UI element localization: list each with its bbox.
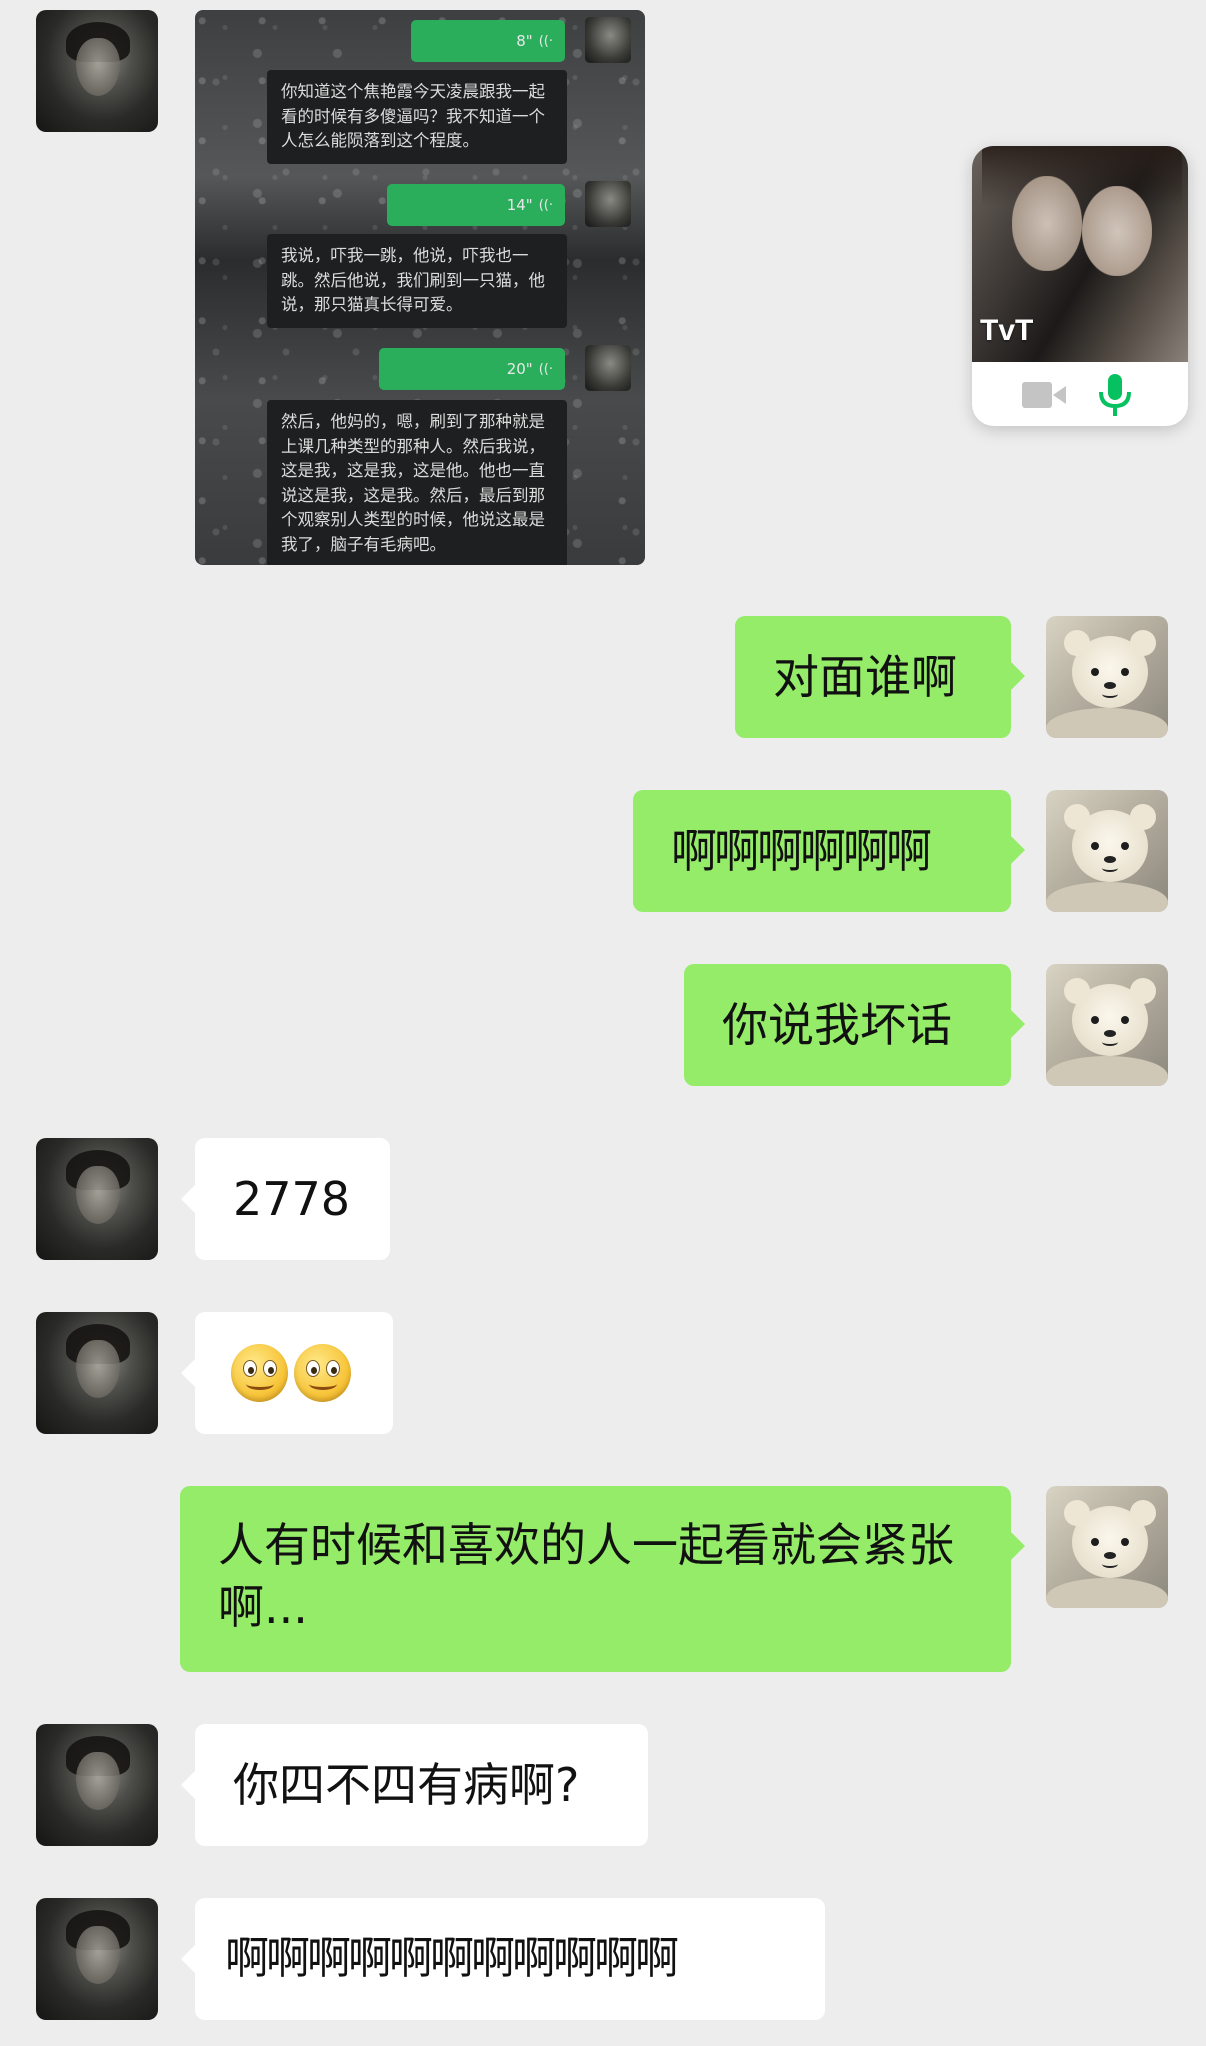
message-bubble-self[interactable]: 人有时候和喜欢的人一起看就会紧张啊... xyxy=(180,1486,1025,1672)
self-avatar[interactable] xyxy=(1046,790,1168,912)
voice-transcript-2: 我说，吓我一跳，他说，吓我也一跳。然后他说，我们刷到一只猫，他说，那只猫真长得可… xyxy=(267,234,567,328)
call-caption: TvT xyxy=(980,314,1034,347)
floating-call-window[interactable]: TvT xyxy=(972,146,1188,426)
microphone-icon[interactable] xyxy=(1098,374,1132,416)
mini-avatar xyxy=(585,345,631,391)
chat-screen: 8" ((· 你知道这个焦艳霞今天凌晨跟我一起看的时候有多傻逼吗？我不知道一个人… xyxy=(0,0,1206,2046)
contact-avatar[interactable] xyxy=(36,10,158,132)
voice-duration: 20" xyxy=(506,360,533,378)
voice-wave-icon: ((· xyxy=(538,197,553,213)
voice-wave-icon: ((· xyxy=(538,361,553,377)
smiley-emoji xyxy=(294,1344,351,1402)
message-text: 啊啊啊啊啊啊啊啊啊啊啊 xyxy=(225,1933,679,1984)
voice-duration: 14" xyxy=(506,196,533,214)
screenshot-image-message[interactable]: 8" ((· 你知道这个焦艳霞今天凌晨跟我一起看的时候有多傻逼吗？我不知道一个人… xyxy=(195,10,645,565)
voice-message-2: 14" ((· xyxy=(387,184,565,226)
message-text: 2778 xyxy=(233,1172,351,1226)
voice-message-1: 8" ((· xyxy=(411,20,565,62)
message-text: 对面谁啊 xyxy=(773,650,957,704)
smiley-emoji xyxy=(231,1344,288,1402)
message-bubble-other[interactable]: 你四不四有病啊? xyxy=(181,1724,648,1846)
voice-message-3: 20" ((· xyxy=(379,348,565,390)
self-avatar[interactable] xyxy=(1046,1486,1168,1608)
voice-duration: 8" xyxy=(516,32,533,50)
mini-avatar xyxy=(585,181,631,227)
message-bubble-other[interactable]: 2778 xyxy=(181,1138,390,1260)
message-bubble-self[interactable]: 你说我坏话 xyxy=(684,964,1025,1086)
mini-avatar xyxy=(585,17,631,63)
contact-avatar[interactable] xyxy=(36,1312,158,1434)
message-bubble-other[interactable] xyxy=(181,1312,393,1434)
message-text: 你四不四有病啊? xyxy=(233,1758,580,1812)
message-bubble-other[interactable]: 啊啊啊啊啊啊啊啊啊啊啊 xyxy=(181,1898,825,2020)
video-camera-icon[interactable] xyxy=(1022,382,1066,408)
contact-avatar[interactable] xyxy=(36,1898,158,2020)
voice-transcript-3: 然后，他妈的，嗯，刷到了那种就是上课几种类型的那种人。然后我说，这是我，这是我，… xyxy=(267,400,567,565)
message-text: 你说我坏话 xyxy=(722,998,952,1052)
self-avatar[interactable] xyxy=(1046,964,1168,1086)
contact-avatar[interactable] xyxy=(36,1724,158,1846)
self-avatar[interactable] xyxy=(1046,616,1168,738)
voice-transcript-1: 你知道这个焦艳霞今天凌晨跟我一起看的时候有多傻逼吗？我不知道一个人怎么能陨落到这… xyxy=(267,70,567,164)
call-controls xyxy=(972,362,1188,426)
message-text: 啊啊啊啊啊啊 xyxy=(671,824,932,878)
message-bubble-self[interactable]: 对面谁啊 xyxy=(735,616,1025,738)
contact-avatar[interactable] xyxy=(36,1138,158,1260)
message-text: 人有时候和喜欢的人一起看就会紧张啊... xyxy=(218,1518,954,1634)
voice-wave-icon: ((· xyxy=(538,33,553,49)
message-bubble-self[interactable]: 啊啊啊啊啊啊 xyxy=(633,790,1025,912)
